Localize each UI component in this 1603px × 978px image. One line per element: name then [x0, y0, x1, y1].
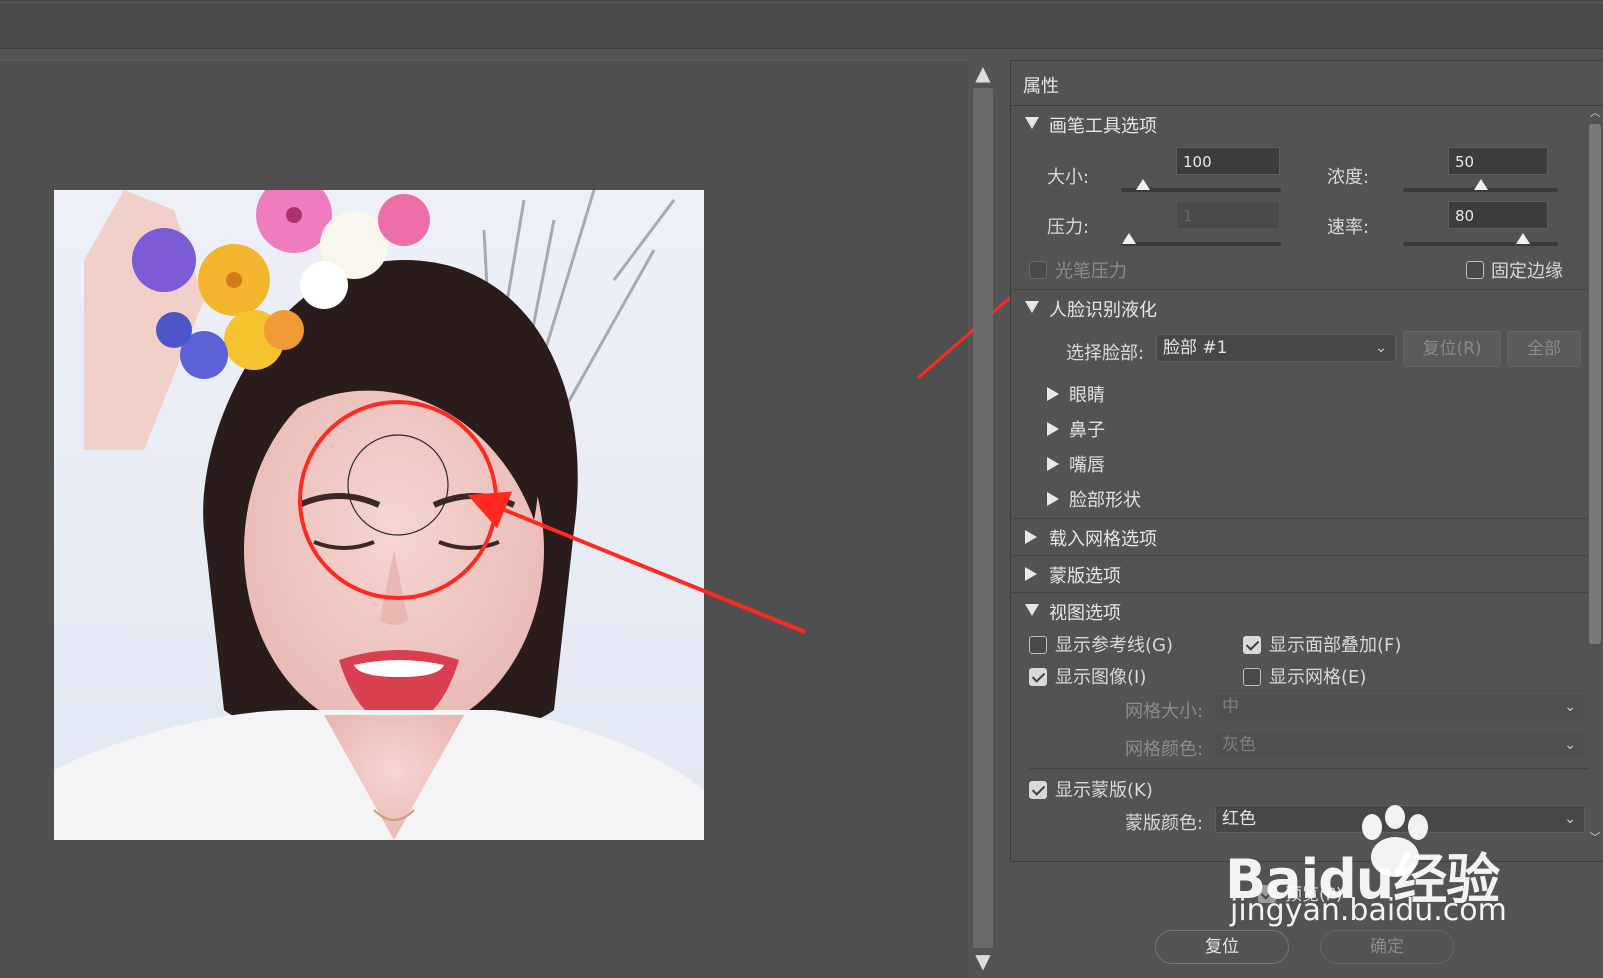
show-guides-label: 显示参考线(G) — [1055, 635, 1173, 656]
scroll-thumb[interactable] — [1589, 124, 1601, 644]
face-item-label: 嘴唇 — [1069, 455, 1105, 476]
reset-button[interactable]: 复位 — [1155, 930, 1289, 964]
section-label: 画笔工具选项 — [1049, 116, 1157, 137]
scroll-up-icon[interactable]: ▲ — [973, 63, 993, 83]
face-item-label: 脸部形状 — [1069, 490, 1141, 511]
density-label: 浓度: — [1327, 167, 1370, 188]
scroll-down-icon[interactable]: ▼ — [973, 951, 993, 971]
section-load-mesh[interactable]: 载入网格选项 — [1011, 518, 1591, 555]
rate-input[interactable]: 80 — [1448, 201, 1548, 229]
section-mask-options[interactable]: 蒙版选项 — [1011, 555, 1591, 592]
triangle-right-icon — [1047, 422, 1059, 436]
select-face-label: 选择脸部: — [1066, 343, 1145, 364]
show-mesh-checkbox[interactable] — [1243, 668, 1261, 686]
stylus-pressure-label: 光笔压力 — [1055, 261, 1127, 282]
watermark-url: jingyan.baidu.com — [1230, 893, 1507, 928]
scroll-down-icon[interactable]: ﹀ — [1587, 829, 1603, 845]
face-item-nose[interactable]: 鼻子 — [1047, 416, 1105, 442]
pressure-slider[interactable] — [1121, 233, 1281, 246]
face-item-label: 鼻子 — [1069, 420, 1105, 441]
mesh-color-label: 网格颜色: — [1125, 739, 1204, 760]
mesh-size-label: 网格大小: — [1125, 701, 1204, 722]
slider-thumb[interactable] — [1135, 179, 1150, 190]
pin-edges-checkbox[interactable] — [1466, 261, 1484, 279]
size-label: 大小: — [1047, 167, 1090, 188]
scroll-up-icon[interactable]: ︿ — [1587, 104, 1603, 120]
mesh-size-value: 中 — [1222, 697, 1239, 717]
triangle-right-icon — [1047, 387, 1059, 401]
pressure-label: 压力: — [1047, 217, 1090, 238]
select-face-dropdown[interactable]: 脸部 #1 ⌄ — [1156, 334, 1396, 362]
panel-title: 属性 — [1023, 76, 1059, 97]
face-item-lips[interactable]: 嘴唇 — [1047, 451, 1105, 477]
select-face-value: 脸部 #1 — [1163, 338, 1228, 358]
properties-panel: 属性 画笔工具选项 大小: 100 浓度: 50 压力: 1 速率: 80 光笔… — [1010, 60, 1603, 862]
section-label: 蒙版选项 — [1049, 566, 1121, 587]
divider — [1029, 768, 1589, 769]
show-mesh-label: 显示网格(E) — [1269, 667, 1367, 688]
pin-edges-label: 固定边缘 — [1491, 261, 1563, 282]
triangle-right-icon — [1025, 567, 1037, 581]
mask-color-value: 红色 — [1222, 809, 1256, 829]
reset-face-button[interactable]: 复位(R) — [1403, 331, 1501, 367]
show-image-label: 显示图像(I) — [1055, 667, 1147, 688]
chevron-down-icon: ⌄ — [1564, 811, 1576, 827]
chevron-down-icon: ⌄ — [1564, 699, 1576, 715]
show-face-overlay-label: 显示面部叠加(F) — [1269, 635, 1402, 656]
rate-slider[interactable] — [1403, 233, 1558, 246]
canvas-scrollbar[interactable]: ▲ ▼ — [971, 63, 995, 975]
triangle-down-icon — [1025, 301, 1039, 313]
pressure-input[interactable]: 1 — [1176, 201, 1280, 229]
slider-thumb[interactable] — [1473, 179, 1488, 190]
triangle-right-icon — [1025, 530, 1037, 544]
show-face-overlay-checkbox[interactable] — [1243, 636, 1261, 654]
slider-thumb[interactable] — [1515, 233, 1530, 244]
mesh-color-dropdown[interactable]: 灰色 ⌄ — [1215, 731, 1585, 759]
face-item-face-shape[interactable]: 脸部形状 — [1047, 486, 1141, 512]
section-view-options[interactable]: 视图选项 — [1011, 592, 1591, 629]
face-item-eyes[interactable]: 眼睛 — [1047, 381, 1105, 407]
mask-color-label: 蒙版颜色: — [1125, 813, 1204, 834]
panel-scrollbar[interactable]: ︿ ﹀ — [1587, 104, 1603, 849]
size-slider[interactable] — [1121, 179, 1281, 192]
section-label: 视图选项 — [1049, 603, 1121, 624]
triangle-down-icon — [1025, 117, 1039, 129]
chevron-down-icon: ⌄ — [1375, 340, 1387, 356]
show-image-checkbox[interactable] — [1029, 668, 1047, 686]
slider-thumb[interactable] — [1122, 233, 1137, 244]
show-mask-label: 显示蒙版(K) — [1055, 780, 1153, 801]
rate-label: 速率: — [1327, 217, 1370, 238]
section-face-liquify[interactable]: 人脸识别液化 — [1011, 289, 1591, 326]
section-label: 人脸识别液化 — [1049, 300, 1157, 321]
density-slider[interactable] — [1403, 179, 1558, 192]
face-item-label: 眼睛 — [1069, 385, 1105, 406]
triangle-right-icon — [1047, 457, 1059, 471]
ok-button[interactable]: 确定 — [1320, 930, 1454, 964]
show-mask-checkbox[interactable] — [1029, 781, 1047, 799]
section-label: 载入网格选项 — [1049, 529, 1157, 550]
section-brush-options[interactable]: 画笔工具选项 — [1011, 106, 1591, 142]
panel-header: 属性 — [1011, 61, 1603, 106]
arrow-to-brush — [467, 491, 806, 634]
stylus-pressure-checkbox[interactable] — [1029, 261, 1047, 279]
show-guides-checkbox[interactable] — [1029, 636, 1047, 654]
scroll-track[interactable] — [973, 88, 993, 948]
triangle-right-icon — [1047, 492, 1059, 506]
mesh-size-dropdown[interactable]: 中 ⌄ — [1215, 693, 1585, 721]
size-input[interactable]: 100 — [1176, 147, 1280, 175]
density-input[interactable]: 50 — [1448, 147, 1548, 175]
all-button[interactable]: 全部 — [1507, 331, 1581, 367]
mesh-color-value: 灰色 — [1222, 735, 1256, 755]
triangle-down-icon — [1025, 604, 1039, 616]
chevron-down-icon: ⌄ — [1564, 737, 1576, 753]
